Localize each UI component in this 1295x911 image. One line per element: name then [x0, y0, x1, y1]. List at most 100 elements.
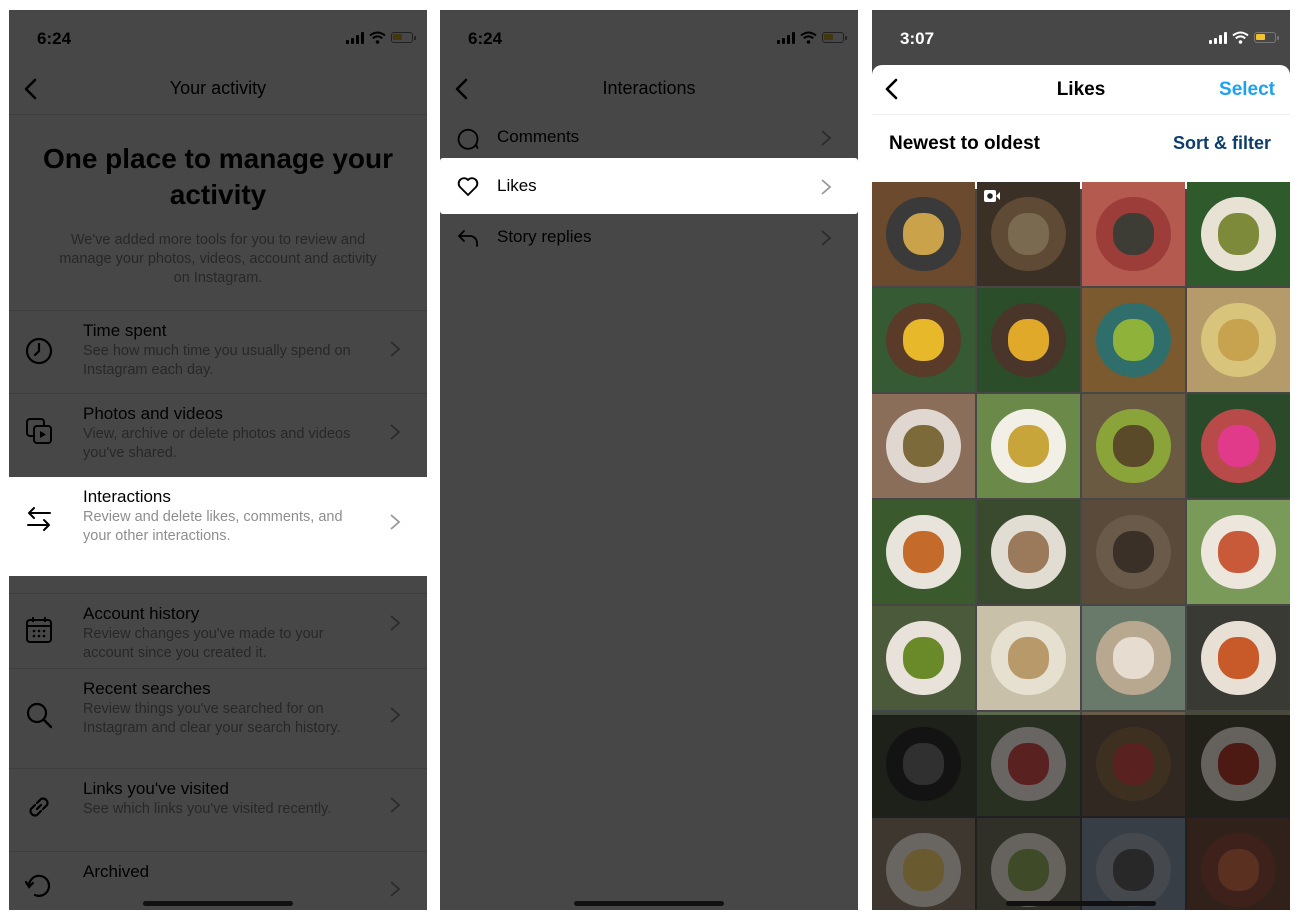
- your-activity-screen: 6:24 Your activity One place to manage y…: [9, 10, 427, 910]
- liked-post-thumbnail[interactable]: [872, 182, 975, 286]
- thumbnail-food: [1007, 425, 1050, 467]
- page-title: Interactions: [602, 78, 696, 98]
- wifi-icon: [1232, 31, 1249, 44]
- chevron-right-icon: [821, 230, 832, 246]
- liked-post-thumbnail[interactable]: [872, 500, 975, 604]
- interaction-item-label: Likes: [497, 176, 537, 195]
- chevron-right-icon: [390, 424, 401, 440]
- liked-post-thumbnail[interactable]: [1187, 606, 1290, 710]
- chevron-right-icon: [390, 881, 401, 897]
- liked-post-thumbnail[interactable]: [1187, 500, 1290, 604]
- home-indicator: [143, 901, 293, 906]
- wifi-icon: [369, 31, 386, 44]
- status-time: 6:24: [37, 29, 72, 48]
- photos-videos-icon: [26, 418, 52, 444]
- battery-icon: [391, 32, 416, 43]
- interaction-item-comments[interactable]: Comments: [440, 113, 858, 163]
- activity-item-title: Recent searches: [83, 679, 211, 698]
- select-button[interactable]: Select: [1219, 79, 1275, 101]
- home-indicator: [574, 901, 724, 906]
- liked-post-thumbnail[interactable]: [977, 288, 1080, 392]
- calendar-icon: [26, 617, 52, 643]
- reel-icon: [984, 190, 1000, 202]
- nav-bar: Your activity: [9, 65, 427, 113]
- interaction-item-likes[interactable]: Likes: [440, 158, 858, 214]
- activity-item-title: Account history: [83, 604, 200, 623]
- activity-item-desc: Review things you've searched for on Ins…: [83, 701, 341, 736]
- sort-filter-button[interactable]: Sort & filter: [1173, 133, 1271, 154]
- liked-post-thumbnail[interactable]: [1082, 500, 1185, 604]
- thumbnail-food: [1217, 213, 1260, 255]
- intro-heading: One place to manage your activity: [42, 143, 394, 210]
- liked-post-thumbnail[interactable]: [1082, 288, 1185, 392]
- thumbnail-food: [902, 319, 945, 361]
- thumbnail-food: [1112, 637, 1155, 679]
- liked-post-thumbnail[interactable]: [1082, 394, 1185, 498]
- archive-icon: [24, 874, 51, 897]
- thumbnail-food: [1007, 637, 1050, 679]
- activity-item-interactions[interactable]: Interactions Review and delete likes, co…: [9, 477, 427, 576]
- heart-icon: [457, 177, 479, 196]
- liked-post-thumbnail[interactable]: [872, 394, 975, 498]
- battery-icon: [1254, 32, 1279, 43]
- likes-screen: 3:07 Likes Select Newest to oldest Sort …: [872, 10, 1290, 910]
- liked-post-thumbnail[interactable]: [977, 182, 1080, 286]
- thumbnail-food: [1112, 319, 1155, 361]
- activity-item-account-history[interactable]: Account history Review changes you've ma…: [9, 593, 427, 676]
- interaction-item-story-replies[interactable]: Story replies: [440, 213, 858, 263]
- battery-icon: [822, 32, 847, 43]
- activity-item-desc: See how much time you usually spend on I…: [83, 343, 351, 378]
- activity-item-title: Photos and videos: [83, 404, 223, 423]
- thumbnail-food: [1217, 425, 1260, 467]
- liked-post-thumbnail[interactable]: [977, 606, 1080, 710]
- nav-bar: Interactions: [440, 65, 858, 113]
- liked-post-thumbnail[interactable]: [1187, 394, 1290, 498]
- thumbnail-food: [902, 213, 945, 255]
- activity-item-title: Time spent: [83, 321, 167, 340]
- comment-icon: [457, 128, 479, 150]
- thumbnail-food: [1007, 531, 1050, 573]
- chevron-right-icon: [821, 179, 832, 195]
- status-bar: 6:24: [9, 10, 427, 62]
- activity-item-recent-searches[interactable]: Recent searches Review things you've sea…: [9, 668, 427, 768]
- thumbnail-food: [902, 531, 945, 573]
- status-time: 3:07: [900, 29, 935, 48]
- liked-post-thumbnail[interactable]: [872, 288, 975, 392]
- signal-icon: [777, 31, 795, 44]
- thumbnail-food: [902, 425, 945, 467]
- activity-item-links-visited[interactable]: Links you've visited See which links you…: [9, 768, 427, 851]
- liked-post-thumbnail[interactable]: [1082, 606, 1185, 710]
- liked-post-thumbnail[interactable]: [977, 394, 1080, 498]
- activity-item-title: Links you've visited: [83, 779, 229, 798]
- chevron-right-icon: [390, 341, 401, 357]
- interaction-item-label: Story replies: [497, 227, 592, 246]
- activity-item-time-spent[interactable]: Time spent See how much time you usually…: [9, 310, 427, 393]
- interactions-arrows-icon: [27, 507, 51, 531]
- search-icon: [26, 702, 53, 729]
- liked-post-thumbnail[interactable]: [1187, 182, 1290, 286]
- signal-icon: [346, 31, 364, 44]
- activity-item-photos-videos[interactable]: Photos and videos View, archive or delet…: [9, 393, 427, 476]
- chevron-right-icon: [390, 707, 401, 723]
- chevron-right-icon: [821, 130, 832, 146]
- liked-post-thumbnail[interactable]: [977, 500, 1080, 604]
- thumbnail-food: [1217, 531, 1260, 573]
- activity-item-title: Archived: [83, 862, 150, 881]
- thumbnail-food: [1007, 213, 1050, 255]
- reply-icon: [458, 230, 478, 247]
- activity-item-desc: Review and delete likes, comments, and y…: [83, 509, 343, 544]
- activity-item-title: Interactions: [83, 487, 171, 506]
- clock-icon: [25, 337, 53, 365]
- liked-post-thumbnail[interactable]: [1187, 288, 1290, 392]
- activity-item-desc: View, archive or delete photos and video…: [83, 426, 351, 461]
- intro-description: We've added more tools for you to review…: [59, 232, 377, 286]
- dim-overlay-lower: [872, 715, 1290, 910]
- activity-item-desc: Review changes you've made to your accou…: [83, 626, 324, 661]
- status-time: 6:24: [468, 29, 503, 48]
- link-icon: [29, 797, 49, 817]
- likes-header: Likes Select Newest to oldest Sort & fil…: [872, 65, 1290, 189]
- liked-post-thumbnail[interactable]: [872, 606, 975, 710]
- thumbnail-food: [1007, 319, 1050, 361]
- interaction-item-label: Comments: [497, 127, 580, 146]
- liked-post-thumbnail[interactable]: [1082, 182, 1185, 286]
